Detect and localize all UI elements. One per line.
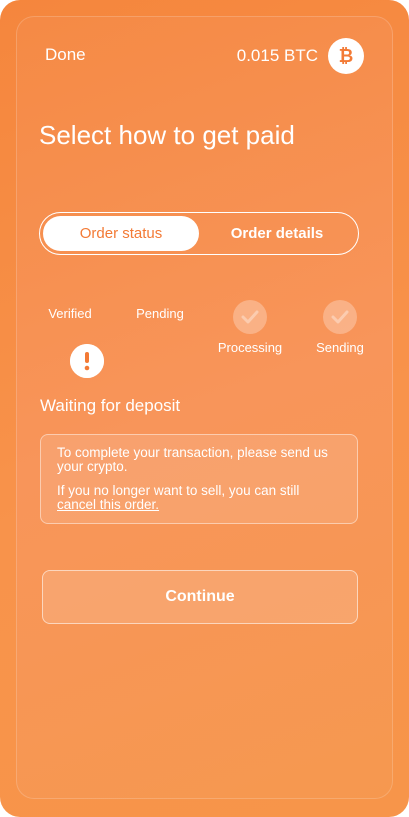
bitcoin-icon: ₿ [328, 38, 364, 74]
done-button[interactable]: Done [45, 44, 86, 66]
order-progress-steps: Verified Pending Processing Sending [25, 300, 385, 378]
continue-button[interactable]: Continue [42, 570, 358, 624]
step-label: Sending [316, 340, 364, 355]
tab-order-details[interactable]: Order details [199, 216, 355, 251]
step-label: Verified [48, 306, 92, 321]
order-tabs: Order status Order details [39, 212, 359, 255]
cancel-prefix: If you no longer want to sell, you can s… [57, 483, 300, 498]
app-frame: Done 0.015 BTC ₿ Select how to get paid … [0, 0, 409, 817]
cancel-order-link[interactable]: cancel this order. [57, 497, 159, 512]
balance-display: 0.015 BTC ₿ [237, 38, 364, 74]
step-pending: Pending [70, 300, 205, 378]
exclamation-icon [70, 344, 104, 378]
step-processing: Processing [205, 300, 295, 357]
deposit-message: To complete your transaction, please sen… [57, 445, 328, 474]
deposit-info-box: To complete your transaction, please sen… [40, 434, 358, 524]
check-icon [323, 300, 357, 334]
step-label: Processing [217, 340, 283, 355]
svg-text:₿: ₿ [339, 46, 354, 67]
step-sending: Sending [295, 300, 385, 357]
check-icon [233, 300, 267, 334]
step-verified: Verified [25, 300, 115, 378]
tab-order-status[interactable]: Order status [43, 216, 199, 251]
step-label: Pending [136, 306, 184, 321]
page-title: Select how to get paid [39, 120, 295, 150]
balance-amount: 0.015 BTC [236, 46, 318, 65]
deposit-status-title: Waiting for deposit [40, 396, 181, 415]
cancel-note: If you no longer want to sell, you can s… [57, 484, 341, 512]
